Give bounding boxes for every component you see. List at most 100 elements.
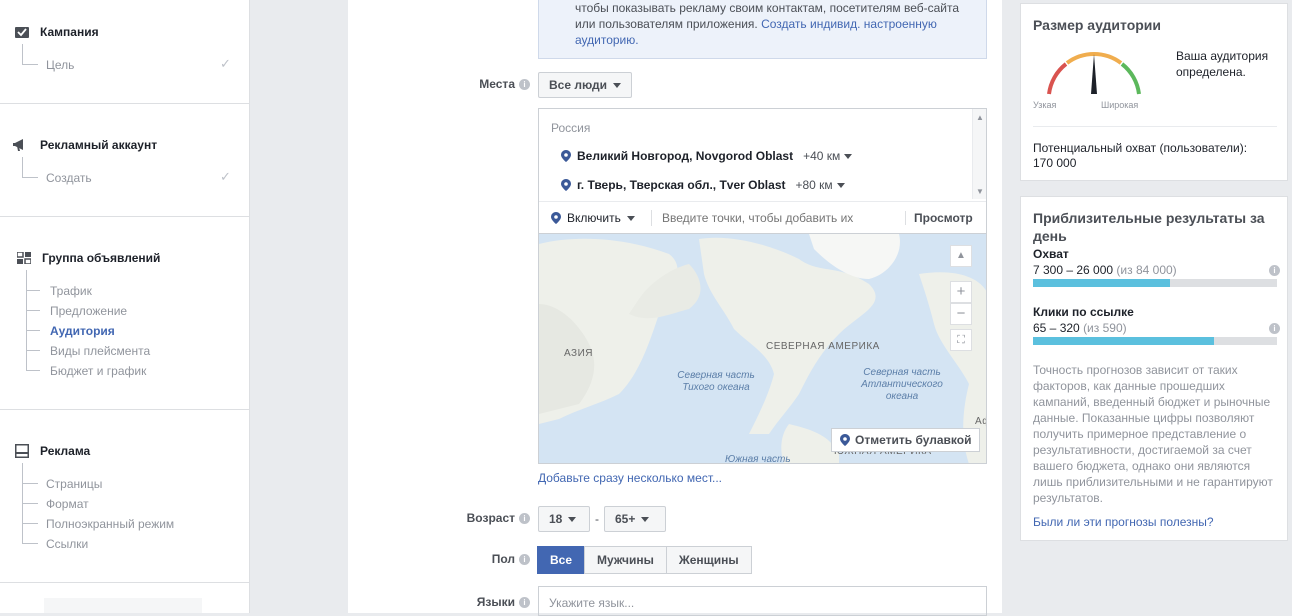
drop-pin-label: Отметить булавкой [855, 433, 972, 447]
map-label-north-america: СЕВЕРНАЯ АМЕРИКА [766, 341, 880, 352]
reach-label: Охват [1033, 247, 1069, 261]
map-label-north-pacific: Северная часть Тихого океана [677, 370, 755, 393]
sidebar-section-title: Кампания [40, 25, 99, 39]
caret-down-icon [613, 82, 622, 88]
clicks-total: (из 590) [1083, 321, 1127, 335]
audience-gauge [1047, 52, 1141, 95]
clicks-bar [1033, 337, 1277, 345]
age-min-value: 18 [549, 512, 563, 526]
custom-audience-info: чтобы показывать рекламу своим контактам… [538, 0, 987, 59]
age-min-dropdown[interactable]: 18 [538, 506, 590, 532]
gauge-broad-label: Широкая [1101, 100, 1139, 110]
radius-dropdown[interactable]: +40 км [803, 149, 853, 163]
gender-option-women[interactable]: Женщины [665, 546, 752, 574]
sidebar-section-ad-account[interactable]: Рекламный аккаунт [12, 135, 157, 155]
sidebar-item-budget-schedule[interactable]: Бюджет и график [50, 362, 146, 380]
caret-down-icon [836, 182, 845, 188]
gender-option-men[interactable]: Мужчины [584, 546, 667, 574]
age-max-dropdown[interactable]: 65+ [604, 506, 666, 532]
location-type-dropdown[interactable]: Все люди [538, 72, 633, 98]
feedback-link[interactable]: Были ли эти прогнозы полезны? [1033, 515, 1214, 529]
map-pin-icon [551, 212, 561, 224]
sidebar-item-pages[interactable]: Страницы [46, 475, 102, 493]
location-search-bar: Включить Просмотр [539, 201, 986, 234]
location-item[interactable]: Великий Новгород, Novgorod Oblast +40 км [561, 147, 853, 165]
reach-bar [1033, 279, 1277, 287]
info-icon[interactable]: i [1269, 265, 1280, 276]
location-country: Россия [551, 121, 591, 135]
info-icon[interactable]: i [519, 78, 530, 90]
map-collapse-button[interactable]: ▲ [950, 245, 972, 267]
radius-value: +40 км [803, 149, 841, 163]
map-label-north-atlantic: Северная часть Атлантического океана [861, 367, 943, 402]
sidebar-item-traffic[interactable]: Трафик [50, 282, 92, 300]
reach-bar-fill [1033, 279, 1170, 287]
daily-estimates-title: Приблизительные результаты за день [1033, 210, 1265, 244]
map-pin-icon [561, 150, 571, 162]
gender-option-all[interactable]: Все [537, 546, 586, 574]
sidebar-item-create[interactable]: Создать [46, 169, 92, 187]
sidebar-item-format[interactable]: Формат [46, 495, 89, 513]
info-icon[interactable]: i [1269, 323, 1280, 334]
map-zoom-out-button[interactable]: − [950, 303, 972, 325]
caret-down-icon [626, 215, 635, 221]
scroll-up-icon[interactable]: ▲ [976, 113, 984, 122]
main-panel: чтобы показывать рекламу своим контактам… [348, 0, 1002, 616]
reach-estimate: 7 300 – 26 000 (из 84 000) [1033, 263, 1177, 277]
age-separator: - [595, 512, 599, 526]
bulk-add-locations-link[interactable]: Добавьте сразу несколько мест... [538, 471, 722, 485]
sidebar-section-ad[interactable]: Реклама [12, 441, 90, 461]
include-label: Включить [567, 211, 621, 225]
sidebar-item-fullscreen[interactable]: Полноэкранный режим [46, 515, 174, 533]
sidebar-section-campaign[interactable]: Кампания [12, 22, 99, 42]
locations-label: Места i [438, 77, 530, 91]
gender-selector: Все Мужчины Женщины [537, 546, 752, 574]
checkmark-icon: ✓ [220, 169, 231, 184]
map-fit-icon[interactable]: ⛶ [950, 329, 972, 351]
location-type-value: Все люди [549, 78, 608, 92]
reach-range: 7 300 – 26 000 [1033, 263, 1114, 277]
map-pin-icon [840, 434, 850, 446]
map-zoom-in-button[interactable]: + [950, 281, 972, 303]
languages-label: Языки i [438, 595, 530, 609]
include-dropdown[interactable]: Включить [551, 211, 651, 225]
sidebar-item-objective[interactable]: Цель [46, 56, 74, 74]
location-search-input[interactable] [651, 210, 899, 226]
caret-down-icon [568, 516, 577, 522]
location-item[interactable]: г. Тверь, Тверская обл., Tver Oblast +80… [561, 176, 845, 194]
browse-button[interactable]: Просмотр [905, 211, 973, 225]
sidebar-item-audience[interactable]: Аудитория [50, 322, 115, 340]
locations-box: Россия Великий Новгород, Novgorod Oblast… [538, 108, 987, 234]
sidebar-footer-placeholder [44, 598, 202, 613]
locations-scrollbar[interactable]: ▲ ▼ [972, 109, 986, 199]
location-name: Великий Новгород, Novgorod Oblast [577, 149, 794, 163]
languages-input[interactable]: Укажите язык... [538, 586, 987, 616]
potential-reach-value: 170 000 [1033, 156, 1077, 170]
location-name: г. Тверь, Тверская обл., Tver Oblast [577, 178, 786, 192]
grid-icon [14, 250, 34, 266]
daily-estimates-card: Приблизительные результаты за день Охват… [1020, 196, 1288, 541]
caret-down-icon [844, 153, 853, 159]
megaphone-icon [12, 137, 32, 153]
info-icon[interactable]: i [519, 512, 530, 524]
age-max-value: 65+ [615, 512, 636, 526]
ad-layout-icon [12, 443, 32, 459]
info-icon[interactable]: i [519, 596, 530, 608]
clicks-range: 65 – 320 [1033, 321, 1080, 335]
sidebar-section-ad-set[interactable]: Группа объявлений [14, 248, 160, 268]
scroll-down-icon[interactable]: ▼ [976, 187, 984, 196]
gender-label-text: Пол [491, 552, 515, 566]
map-label-africa: Аф [975, 416, 986, 427]
audience-size-title: Размер аудитории [1033, 17, 1162, 33]
sidebar-item-offer[interactable]: Предложение [50, 302, 127, 320]
radius-dropdown[interactable]: +80 км [795, 178, 845, 192]
location-map[interactable]: АЗИЯ СЕВЕРНАЯ АМЕРИКА Северная часть Тих… [538, 234, 987, 464]
checkmark-icon: ✓ [220, 56, 231, 71]
clicks-bar-fill [1033, 337, 1214, 345]
drop-pin-button[interactable]: Отметить булавкой [831, 428, 981, 452]
sidebar-item-links[interactable]: Ссылки [46, 535, 88, 553]
info-icon[interactable]: i [519, 553, 530, 565]
checkbox-icon [12, 24, 32, 40]
gauge-narrow-label: Узкая [1033, 100, 1057, 110]
sidebar-item-placements[interactable]: Виды плейсмента [50, 342, 150, 360]
